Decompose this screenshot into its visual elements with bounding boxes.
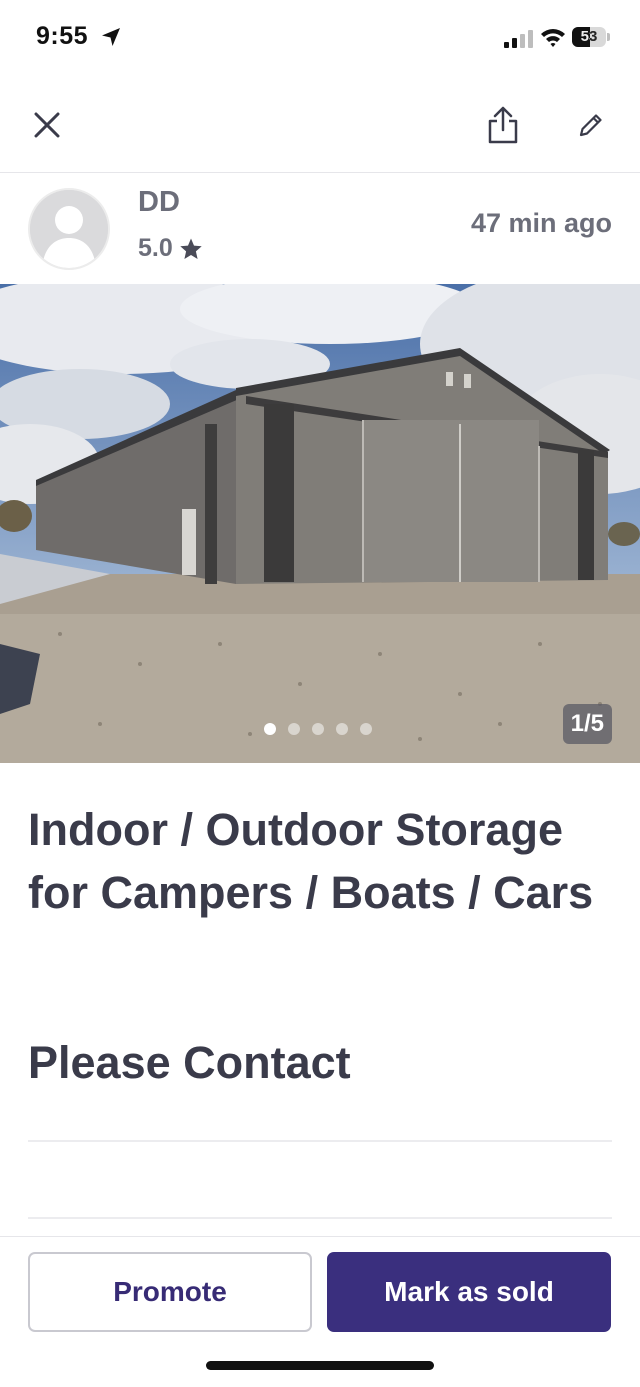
listing-photo-carousel[interactable]: 1/5 xyxy=(0,284,640,763)
bottom-action-bar: Promote Mark as sold xyxy=(0,1236,640,1387)
home-indicator xyxy=(206,1361,434,1370)
battery-level: 53 xyxy=(580,28,598,45)
seller-header[interactable]: DD 5.0 47 min ago xyxy=(0,172,640,284)
status-time: 9:55 xyxy=(36,22,89,50)
carousel-dot[interactable] xyxy=(360,723,372,735)
seller-rating: 5.0 xyxy=(138,234,203,263)
close-button[interactable] xyxy=(24,102,70,148)
carousel-dot[interactable] xyxy=(336,723,348,735)
default-avatar-icon xyxy=(30,190,108,268)
carousel-dots xyxy=(264,723,372,735)
seller-name: DD xyxy=(138,186,180,218)
divider xyxy=(28,1217,612,1219)
listing-price: Please Contact xyxy=(28,1037,351,1088)
rating-value: 5.0 xyxy=(138,234,173,262)
close-icon xyxy=(34,112,60,138)
location-arrow-icon xyxy=(102,28,120,46)
promote-button[interactable]: Promote xyxy=(28,1252,312,1332)
share-icon xyxy=(488,106,518,144)
mark-as-sold-button[interactable]: Mark as sold xyxy=(327,1252,611,1332)
carousel-dot[interactable] xyxy=(288,723,300,735)
top-navbar xyxy=(0,80,640,173)
listing-photo xyxy=(0,284,640,763)
edit-button[interactable] xyxy=(568,102,614,148)
cellular-signal-icon xyxy=(504,30,533,48)
photo-counter: 1/5 xyxy=(562,704,612,744)
carousel-dot[interactable] xyxy=(312,723,324,735)
wifi-icon xyxy=(541,29,565,47)
share-button[interactable] xyxy=(480,102,526,148)
carousel-dot[interactable] xyxy=(264,723,276,735)
divider xyxy=(28,1140,612,1142)
posted-time: 47 min ago xyxy=(470,208,612,238)
listing-title: Indoor / Outdoor Storage for Campers / B… xyxy=(28,804,594,918)
status-bar: 9:55 53 xyxy=(0,0,640,80)
battery-icon: 53 xyxy=(572,27,612,49)
avatar[interactable] xyxy=(28,188,110,270)
star-icon xyxy=(180,238,202,259)
pencil-icon xyxy=(579,114,602,137)
